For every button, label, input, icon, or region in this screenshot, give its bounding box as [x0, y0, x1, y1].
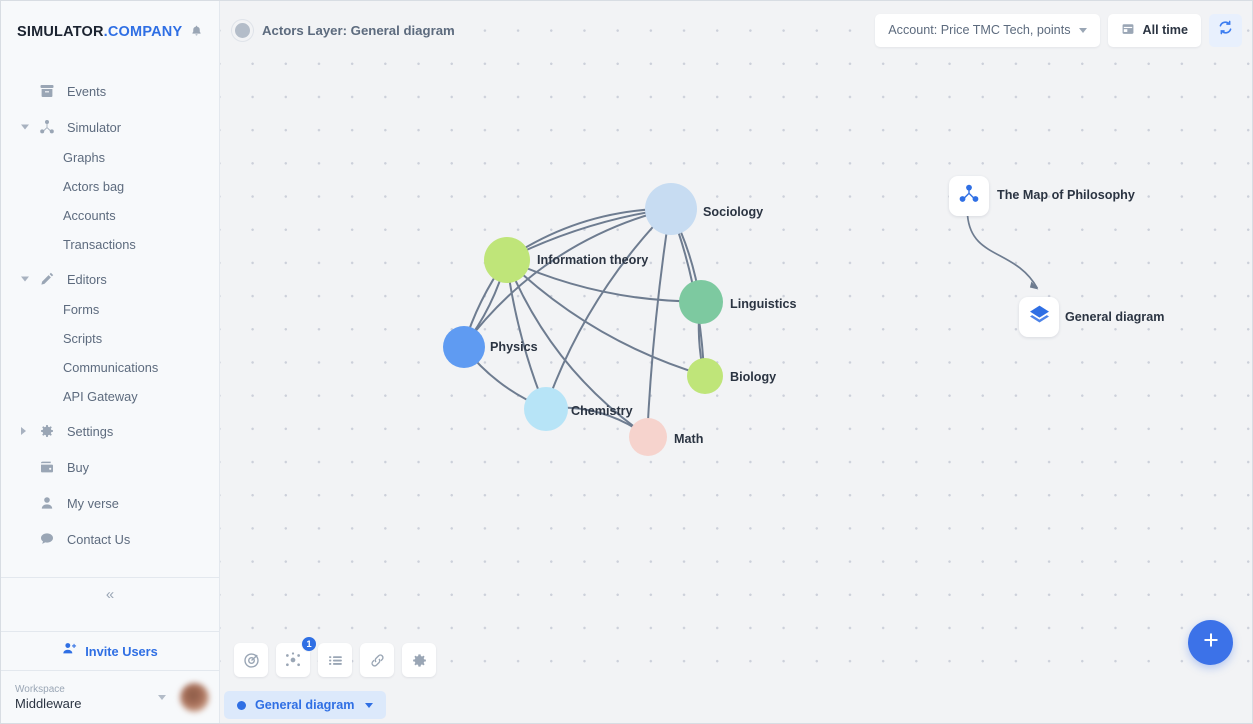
- sidebar-item-label: Contact Us: [67, 531, 131, 547]
- sidebar-item-accounts[interactable]: Accounts: [1, 201, 219, 230]
- tab-label: General diagram: [255, 698, 355, 712]
- sidebar-item-api-gateway[interactable]: API Gateway: [1, 382, 219, 411]
- map-card-label: The Map of Philosophy: [997, 188, 1135, 202]
- network-node-icon: [958, 183, 980, 210]
- archive-icon: [37, 81, 57, 101]
- sidebar-item-label: Scripts: [63, 331, 103, 346]
- layers-icon: [1028, 303, 1051, 331]
- sidebar-item-label: Events: [67, 83, 107, 99]
- tab-general-diagram[interactable]: General diagram: [224, 691, 387, 719]
- refresh-button[interactable]: [1209, 13, 1242, 47]
- workspace-text: Workspace Middleware: [15, 683, 150, 712]
- invite-users-button[interactable]: Invite Users: [1, 631, 219, 671]
- time-range-label: All time: [1142, 23, 1189, 37]
- layer-title: Actors Layer: General diagram: [262, 22, 455, 38]
- sidebar-item-transactions[interactable]: Transactions: [1, 230, 219, 259]
- target-tool-button[interactable]: [234, 643, 268, 677]
- sidebar-item-label: API Gateway: [63, 389, 138, 404]
- link-tool-button[interactable]: [360, 643, 394, 677]
- canvas-topbar: Actors Layer: General diagram Account: P…: [220, 1, 1252, 59]
- pencil-icon: [37, 269, 57, 289]
- bell-icon[interactable]: [190, 24, 203, 40]
- sidebar-item-label: Settings: [67, 423, 114, 439]
- sidebar-item-label: Simulator: [67, 119, 122, 135]
- chevron-down-icon: [21, 276, 29, 282]
- sidebar-item-label: Accounts: [63, 208, 116, 223]
- sidebar-item-label: Buy: [67, 459, 90, 475]
- chevron-right-icon: [21, 427, 26, 435]
- sidebar-item-forms[interactable]: Forms: [1, 295, 219, 324]
- sidebar-item-settings[interactable]: Settings: [1, 415, 219, 447]
- workspace-label: Workspace: [15, 683, 65, 695]
- sidebar-item-simulator[interactable]: Simulator: [1, 111, 219, 143]
- wallet-icon: [37, 457, 57, 477]
- map-card[interactable]: [1019, 297, 1059, 337]
- sidebar-item-label: Actors bag: [63, 179, 125, 194]
- layer-toggle-icon[interactable]: [232, 19, 253, 41]
- sidebar-item-label: Communications: [63, 360, 159, 375]
- map-cards-layer: The Map of Philosophy General diagram: [220, 1, 1252, 723]
- collapse-sidebar-button[interactable]: «: [1, 578, 219, 610]
- sidebar-item-scripts[interactable]: Scripts: [1, 324, 219, 353]
- time-range-selector[interactable]: All time: [1107, 13, 1201, 47]
- chevron-down-icon: [1078, 27, 1087, 33]
- brand-title: SIMULATOR.COMPANY: [17, 24, 182, 40]
- sidebar-nav: Events Simulator Graphs Actors bag Accou…: [1, 63, 219, 631]
- brand-name: SIMULATOR: [17, 24, 104, 40]
- workspace-selector[interactable]: Workspace Middleware: [1, 671, 219, 723]
- topbar-controls: Account: Price TMC Tech, points All time: [875, 13, 1242, 47]
- map-card-label: General diagram: [1065, 310, 1165, 324]
- gear-icon: [37, 421, 57, 441]
- add-user-icon: [62, 641, 77, 661]
- user-icon: [37, 493, 57, 513]
- sidebar-item-label: Graphs: [63, 150, 105, 165]
- settings-tool-button[interactable]: [402, 643, 436, 677]
- account-selector[interactable]: Account: Price TMC Tech, points: [875, 13, 1100, 47]
- add-button[interactable]: [1188, 620, 1233, 665]
- tab-bar: General diagram: [220, 687, 1252, 723]
- calendar-icon: [1121, 22, 1135, 39]
- sidebar-item-label: Editors: [67, 271, 107, 287]
- sidebar-item-my-verse[interactable]: My verse: [1, 487, 219, 519]
- avatar[interactable]: [180, 682, 209, 712]
- sidebar: SIMULATOR.COMPANY Events Simulator Graph…: [1, 1, 220, 723]
- chat-icon: [37, 529, 57, 549]
- nodes-tool-button[interactable]: 1: [276, 636, 317, 677]
- brand-suffix: .COMPANY: [103, 24, 183, 40]
- chevron-down-icon[interactable]: [158, 694, 166, 700]
- sidebar-item-label: My verse: [67, 495, 119, 511]
- sidebar-item-label: Transactions: [63, 237, 136, 252]
- sidebar-item-contact-us[interactable]: Contact Us: [1, 523, 219, 555]
- chevron-down-icon: [21, 124, 29, 130]
- app-window: SIMULATOR.COMPANY Events Simulator Graph…: [0, 0, 1253, 724]
- map-card[interactable]: [949, 176, 989, 216]
- network-icon: [37, 117, 57, 137]
- list-tool-button[interactable]: [318, 643, 352, 677]
- sidebar-item-events[interactable]: Events: [1, 75, 219, 107]
- chevron-down-icon[interactable]: [365, 702, 374, 708]
- sidebar-item-label: Forms: [63, 302, 100, 317]
- sidebar-item-communications[interactable]: Communications: [1, 353, 219, 382]
- tab-status-dot: [237, 700, 246, 710]
- refresh-icon: [1217, 19, 1234, 41]
- workspace-value: Middleware: [15, 695, 82, 711]
- plus-icon: [1201, 630, 1221, 655]
- sidebar-item-buy[interactable]: Buy: [1, 451, 219, 483]
- brand-header: SIMULATOR.COMPANY: [1, 1, 219, 63]
- canvas-toolbar: 1: [234, 636, 436, 677]
- sidebar-item-graphs[interactable]: Graphs: [1, 143, 219, 172]
- sidebar-item-editors[interactable]: Editors: [1, 263, 219, 295]
- invite-users-label: Invite Users: [85, 643, 158, 659]
- nodes-tool-badge: 1: [301, 636, 317, 652]
- diagram-canvas[interactable]: Actors Layer: General diagram Account: P…: [220, 1, 1252, 723]
- sidebar-item-actors-bag[interactable]: Actors bag: [1, 172, 219, 201]
- account-selector-label: Account: Price TMC Tech, points: [888, 23, 1071, 37]
